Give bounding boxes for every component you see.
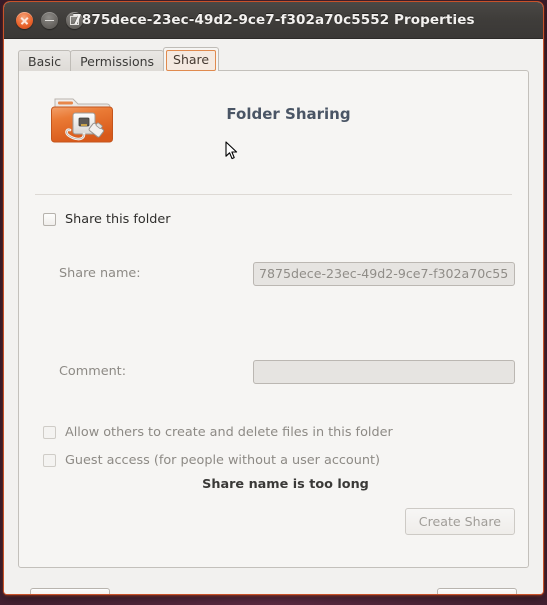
- window-minimize-button[interactable]: [41, 12, 58, 29]
- tab-share-label: Share: [173, 52, 210, 67]
- guest-access-label: Guest access (for people without a user …: [65, 453, 380, 468]
- comment-input[interactable]: [253, 360, 515, 384]
- close-button[interactable]: Close: [437, 588, 517, 594]
- desktop-background: 7875dece-23ec-49d2-9ce7-f302a70c5552 Pro…: [0, 0, 547, 605]
- tab-permissions-label: Permissions: [80, 54, 155, 69]
- window-close-button[interactable]: [16, 12, 33, 29]
- maximize-icon: [66, 12, 83, 29]
- status-message: Share name is too long: [202, 477, 369, 492]
- tab-basic-label: Basic: [28, 54, 62, 69]
- window-maximize-button[interactable]: [66, 12, 83, 29]
- minimize-icon: [41, 12, 58, 29]
- comment-label: Comment:: [59, 364, 127, 379]
- header-separator: [35, 194, 512, 195]
- tab-strip: Basic Permissions Share: [18, 47, 529, 71]
- create-share-button: Create Share: [404, 508, 515, 535]
- share-name-input[interactable]: 7875dece-23ec-49d2-9ce7-f302a70c55: [253, 262, 515, 286]
- share-this-folder-row[interactable]: Share this folder: [43, 212, 171, 227]
- window-titlebar[interactable]: 7875dece-23ec-49d2-9ce7-f302a70c5552 Pro…: [4, 2, 543, 39]
- window-title: 7875dece-23ec-49d2-9ce7-f302a70c5552 Pro…: [72, 12, 475, 28]
- allow-create-delete-row: Allow others to create and delete files …: [43, 425, 393, 440]
- share-name-row: Share name: 7875dece-23ec-49d2-9ce7-f302…: [19, 262, 528, 286]
- share-header: Folder Sharing: [35, 85, 512, 153]
- tab-share[interactable]: Share: [163, 47, 220, 71]
- tab-permissions[interactable]: Permissions: [70, 50, 165, 71]
- dialog-body: Basic Permissions Share Folder Sharing S…: [4, 39, 543, 594]
- tab-basic[interactable]: Basic: [18, 50, 72, 71]
- page-title: Folder Sharing: [226, 105, 351, 123]
- allow-create-delete-label: Allow others to create and delete files …: [65, 425, 393, 440]
- share-name-label: Share name:: [59, 266, 141, 281]
- share-tab-panel: Folder Sharing Share this folder Share n…: [18, 70, 529, 568]
- properties-window: 7875dece-23ec-49d2-9ce7-f302a70c5552 Pro…: [4, 2, 543, 594]
- guest-access-checkbox: [43, 454, 56, 467]
- allow-create-delete-checkbox: [43, 426, 56, 439]
- create-share-label: Create Share: [418, 514, 501, 529]
- share-this-folder-checkbox[interactable]: [43, 213, 56, 226]
- help-button[interactable]: Help: [30, 588, 110, 594]
- guest-access-row: Guest access (for people without a user …: [43, 453, 380, 468]
- share-this-folder-label: Share this folder: [65, 212, 171, 227]
- close-icon: [16, 12, 33, 29]
- comment-row: Comment:: [19, 360, 528, 384]
